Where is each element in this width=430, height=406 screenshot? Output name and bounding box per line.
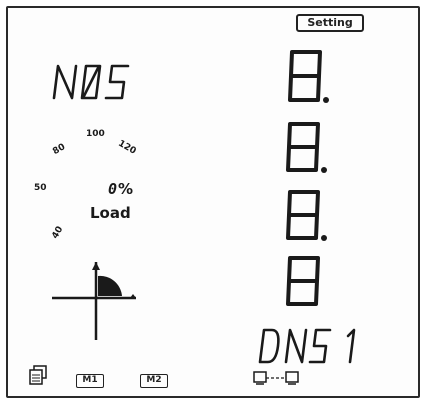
scale-label-100: 100 [86,129,105,139]
scale-label-80: 80 [51,142,67,157]
load-unit: % [118,180,135,198]
bottom-segment-text [258,328,356,364]
quadrant-icon [52,262,136,340]
load-value: 0 [108,180,119,198]
digit-row-4 [286,256,320,306]
scale-label-50: 50 [34,183,47,193]
page-stack-icon [29,365,47,385]
digit-row-2 [286,122,327,173]
load-percentage: 0% [108,180,134,198]
network-link-icon [253,371,299,385]
scale-label-120: 120 [116,139,137,157]
scale-label-40: 40 [50,225,65,241]
top-left-segment-text [52,64,130,100]
m1-indicator[interactable]: M1 [76,374,104,388]
lcd-graphics: 80 100 120 50 40 [29,50,356,385]
m2-indicator[interactable]: M2 [140,374,168,388]
digit-row-3 [286,190,327,241]
digit-row-1 [288,50,329,103]
load-label: Load [90,204,131,222]
